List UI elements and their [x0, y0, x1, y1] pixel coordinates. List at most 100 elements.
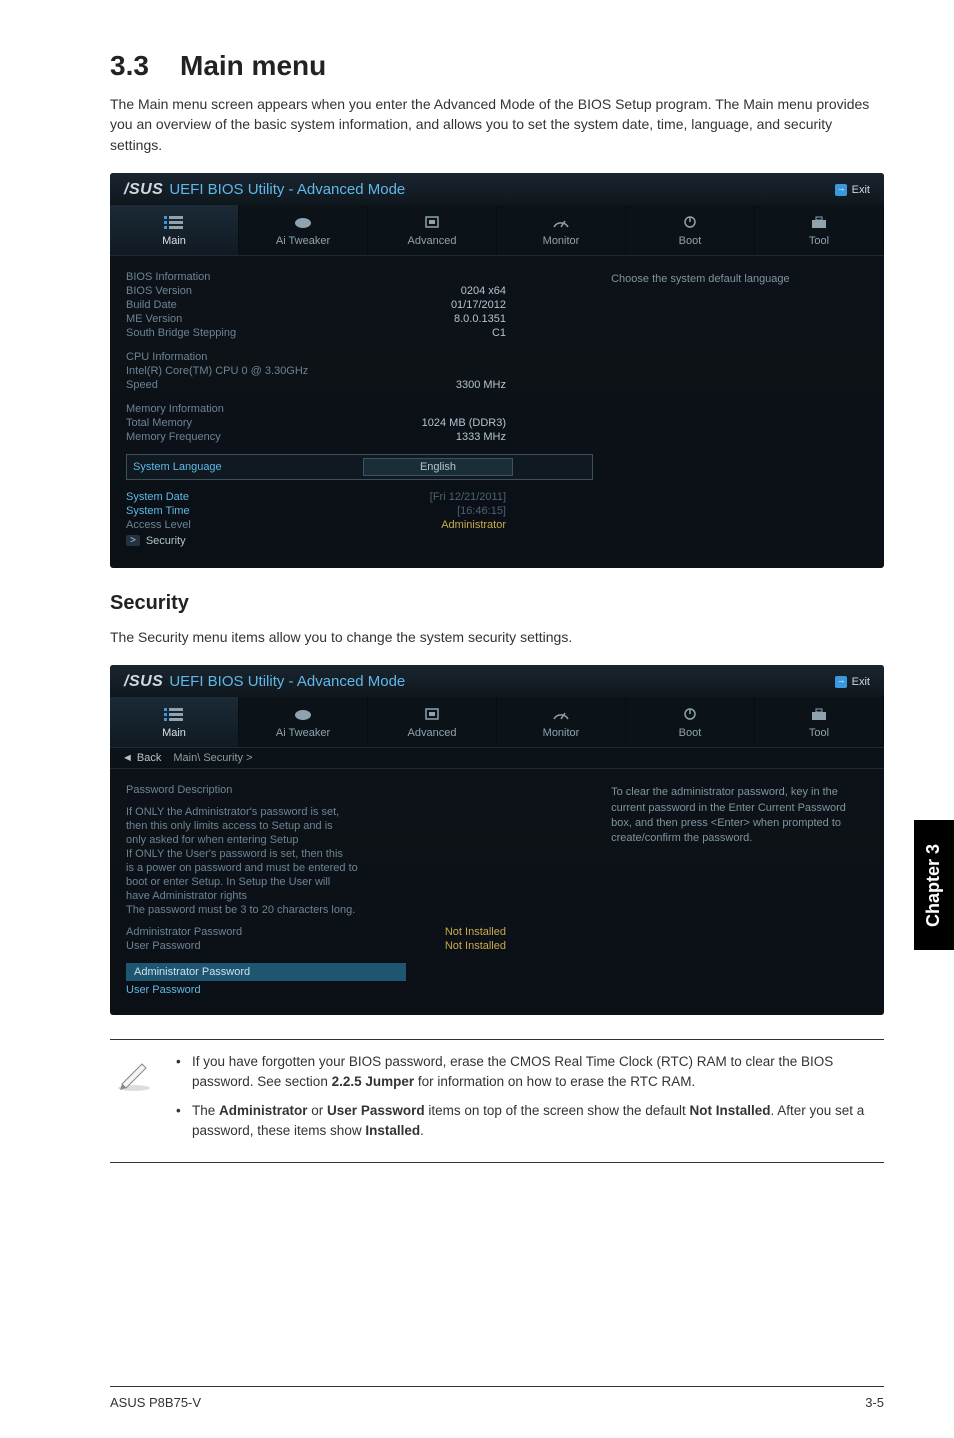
chip-icon-2 [422, 707, 442, 721]
total-mem-label: Total Memory [126, 417, 356, 429]
system-language-label: System Language [133, 461, 363, 473]
tab-ai-tweaker-2[interactable]: Ai Tweaker [239, 697, 368, 747]
tab-monitor[interactable]: Monitor [497, 205, 626, 255]
tab-boot-label: Boot [679, 235, 702, 247]
cloud-icon-2 [293, 707, 313, 721]
pwd-desc-line: have Administrator rights [126, 890, 506, 902]
mem-freq-label: Memory Frequency [126, 431, 356, 443]
tab-monitor-2[interactable]: Monitor [497, 697, 626, 747]
tab-advanced-label: Advanced [408, 235, 457, 247]
back-row: ◄ Back Main\ Security > [110, 748, 884, 769]
bios-title-left-2: /SUS UEFI BIOS Utility - Advanced Mode [124, 673, 405, 691]
system-date-label[interactable]: System Date [126, 491, 356, 503]
tab-ai-tweaker[interactable]: Ai Tweaker [239, 205, 368, 255]
tab-tool[interactable]: Tool [755, 205, 884, 255]
access-level-label: Access Level [126, 519, 356, 531]
tab-row: Main Ai Tweaker Advanced Monitor Boot To… [110, 205, 884, 256]
tab-ai-tweaker-label-2: Ai Tweaker [276, 727, 330, 739]
mem-info-header: Memory Information [126, 403, 356, 415]
security-menu-item[interactable]: > Security [126, 532, 593, 550]
pwd-desc-line: If ONLY the Administrator's password is … [126, 806, 506, 818]
note-bold: Installed [365, 1123, 420, 1138]
bios-main-window: /SUS UEFI BIOS Utility - Advanced Mode E… [110, 173, 884, 568]
bios-titlebar: /SUS UEFI BIOS Utility - Advanced Mode E… [110, 173, 884, 205]
cpu-model: Intel(R) Core(TM) CPU 0 @ 3.30GHz [126, 365, 506, 377]
tab-ai-tweaker-label: Ai Tweaker [276, 235, 330, 247]
chevron-right-icon: > [126, 535, 140, 546]
bios-titlebar-2: /SUS UEFI BIOS Utility - Advanced Mode E… [110, 665, 884, 697]
system-time-label[interactable]: System Time [126, 505, 356, 517]
note-block: If you have forgotten your BIOS password… [110, 1039, 884, 1163]
tab-main[interactable]: Main [110, 205, 239, 255]
bios-version-label: BIOS Version [126, 285, 356, 297]
note-text: The [192, 1103, 219, 1118]
cloud-icon [293, 215, 313, 229]
bios-body: BIOS Information BIOS Version0204 x64 Bu… [110, 256, 884, 568]
speed-value: 3300 MHz [356, 379, 506, 391]
pwd-desc-line: only asked for when entering Setup [126, 834, 506, 846]
section-heading: 3.3Main menu [110, 50, 884, 82]
system-date-value: [Fri 12/21/2011] [356, 491, 506, 503]
system-language-row[interactable]: System Language English [126, 454, 593, 480]
access-level-value: Administrator [356, 519, 506, 531]
tab-main-2[interactable]: Main [110, 697, 239, 747]
asus-logo-2: /SUS [124, 673, 163, 691]
pwd-desc-line: The password must be 3 to 20 characters … [126, 904, 506, 916]
bios-body-2: Password Description If ONLY the Adminis… [110, 769, 884, 1015]
power-icon-2 [680, 707, 700, 721]
tab-advanced-2[interactable]: Advanced [368, 697, 497, 747]
mem-freq-value: 1333 MHz [356, 431, 506, 443]
list-icon [164, 215, 184, 229]
tab-monitor-label-2: Monitor [543, 727, 580, 739]
section-title: Main menu [180, 50, 326, 81]
build-date-value: 01/17/2012 [356, 299, 506, 311]
exit-button-2[interactable]: Exit [835, 676, 870, 688]
chip-icon [422, 215, 442, 229]
user-pwd-item[interactable]: User Password [126, 984, 356, 996]
page-footer: ASUS P8B75-V 3-5 [110, 1386, 884, 1410]
exit-icon-2 [835, 676, 847, 688]
bios-left-pane-2: Password Description If ONLY the Adminis… [126, 783, 593, 997]
pwd-desc-line: is a power on password and must be enter… [126, 862, 506, 874]
tab-boot[interactable]: Boot [626, 205, 755, 255]
power-icon [680, 215, 700, 229]
tab-row-2: Main Ai Tweaker Advanced Monitor Boot To… [110, 697, 884, 748]
tab-main-label-2: Main [162, 727, 186, 739]
bios-utility-title: UEFI BIOS Utility - Advanced Mode [169, 181, 405, 198]
tab-tool-label: Tool [809, 235, 829, 247]
bios-left-pane: BIOS Information BIOS Version0204 x64 Bu… [126, 270, 593, 550]
tab-boot-label-2: Boot [679, 727, 702, 739]
pwd-desc-header: Password Description [126, 784, 506, 796]
exit-button[interactable]: Exit [835, 184, 870, 196]
me-version-value: 8.0.0.1351 [356, 313, 506, 325]
footer-left: ASUS P8B75-V [110, 1395, 201, 1410]
tab-boot-2[interactable]: Boot [626, 697, 755, 747]
note-text: . [420, 1123, 424, 1138]
user-pwd-value: Not Installed [356, 940, 506, 952]
bios-help-pane: Choose the system default language [611, 270, 868, 550]
bios-help-text: Choose the system default language [611, 272, 868, 287]
total-mem-value: 1024 MB (DDR3) [356, 417, 506, 429]
admin-pwd-item[interactable]: Administrator Password [126, 963, 406, 981]
back-button[interactable]: ◄ Back [122, 752, 161, 764]
tab-monitor-label: Monitor [543, 235, 580, 247]
me-version-label: ME Version [126, 313, 356, 325]
list-icon-2 [164, 707, 184, 721]
tab-main-label: Main [162, 235, 186, 247]
security-heading: Security [110, 592, 884, 615]
chapter-tab-label: Chapter 3 [924, 843, 945, 926]
asus-logo: /SUS [124, 181, 163, 199]
gauge-icon-2 [551, 707, 571, 721]
bios-title-left: /SUS UEFI BIOS Utility - Advanced Mode [124, 181, 405, 199]
section-number: 3.3 [110, 50, 180, 82]
chapter-tab: Chapter 3 [914, 820, 954, 950]
tab-advanced[interactable]: Advanced [368, 205, 497, 255]
bios-security-window: /SUS UEFI BIOS Utility - Advanced Mode E… [110, 665, 884, 1015]
tab-tool-2[interactable]: Tool [755, 697, 884, 747]
security-menu-label: Security [146, 535, 186, 547]
pwd-desc-line: then this only limits access to Setup an… [126, 820, 506, 832]
toolbox-icon [809, 215, 829, 229]
note-item: The Administrator or User Password items… [176, 1101, 880, 1140]
bios-help-text-2: To clear the administrator password, key… [611, 785, 868, 847]
build-date-label: Build Date [126, 299, 356, 311]
